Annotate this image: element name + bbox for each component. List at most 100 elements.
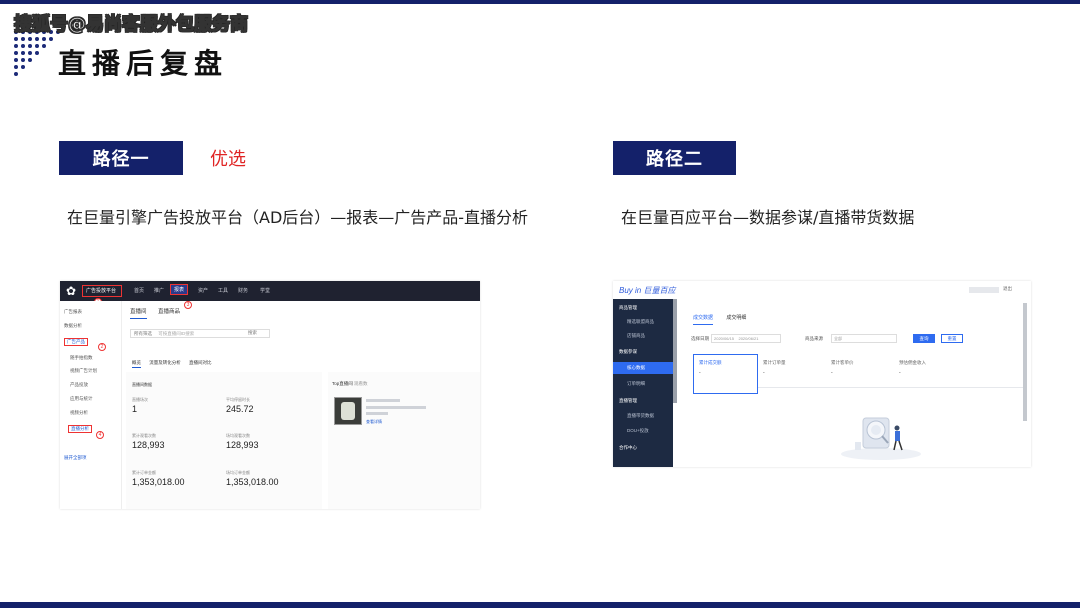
tab-deal-details[interactable]: 成交明细 — [726, 315, 746, 321]
tab-deal-data[interactable]: 成交数据 — [693, 315, 714, 325]
marker-4: 4 — [96, 431, 104, 439]
subtab-traffic[interactable]: 流量及转化分析 — [149, 360, 181, 365]
blurred-text — [366, 399, 400, 402]
sidebar-item-ad-product[interactable]: 广告产品 — [64, 338, 88, 346]
metric-value: - — [763, 370, 765, 376]
nav-assets[interactable]: 资产 — [198, 287, 208, 294]
sidebar-item[interactable]: 订单明细 — [627, 381, 645, 387]
decorative-dot-grid — [14, 30, 62, 88]
reset-button[interactable]: 重置 — [941, 334, 963, 343]
decorative-dot — [28, 58, 32, 62]
sidebar-item[interactable]: DOU+投放 — [627, 428, 649, 434]
gear-icon: ✿ — [66, 284, 77, 298]
nav-finance[interactable]: 财务 — [238, 287, 248, 294]
blurred-text — [366, 412, 388, 415]
decorative-dot — [14, 44, 18, 48]
metric-value: 1,353,018.00 — [132, 477, 185, 487]
route1-description: 在巨量引擎广告投放平台（AD后台）—报表—广告产品-直播分析 — [67, 208, 529, 227]
sidebar-item-3[interactable]: 产品投放 — [70, 382, 88, 388]
decorative-dot — [21, 44, 25, 48]
decorative-dot — [21, 51, 25, 55]
empty-state-illustration — [841, 417, 921, 460]
sidebar-group-coop[interactable]: 合作中心 — [619, 445, 637, 451]
decorative-dot — [14, 72, 18, 76]
sidebar-item-core-data[interactable]: 核心数据 — [613, 362, 673, 374]
sidebar-group-products[interactable]: 商品管理 — [619, 305, 637, 311]
nav-reports[interactable]: 报表 — [170, 284, 189, 295]
metric-value: 128,993 — [226, 440, 259, 450]
section-title: 直播间数据 — [132, 382, 152, 387]
sidebar-item[interactable]: 店铺商品 — [627, 333, 645, 339]
search-button[interactable]: 搜索 — [248, 330, 257, 336]
sidebar-group-live[interactable]: 直播管理 — [619, 398, 637, 404]
metric-label[interactable]: 累计订单量 — [763, 360, 786, 366]
tab-live-products[interactable]: 直播商品 — [158, 309, 180, 315]
user-name — [969, 287, 999, 293]
metric-label: 场均观看次数 — [226, 433, 250, 438]
subtab-overview[interactable]: 概览 — [132, 360, 141, 368]
nav-academy[interactable]: 学堂 — [260, 287, 270, 294]
route2-label: 路径二 — [613, 141, 736, 175]
sidebar-item[interactable]: 精选联盟商品 — [627, 319, 654, 325]
exit-link[interactable]: 退出 — [1003, 286, 1012, 292]
sidebar-item-live-analysis[interactable]: 直播分析 — [68, 425, 92, 433]
main-scrollbar[interactable] — [1023, 303, 1027, 421]
data-tabs: 成交数据 成交明细 — [693, 314, 758, 325]
metric-value: 1,353,018.00 — [226, 477, 279, 487]
decorative-dot — [42, 44, 46, 48]
metric-value: - — [699, 370, 701, 376]
query-button[interactable]: 查询 — [913, 334, 935, 343]
sidebar-item-live-sales[interactable]: 直播带货数据 — [627, 413, 654, 419]
metric-value: 1 — [132, 404, 138, 414]
decorative-dot — [14, 65, 18, 69]
metric-value: 245.72 — [226, 404, 254, 414]
date-range-input[interactable]: 2020/06/15 2020/06/21 — [711, 334, 781, 343]
decorative-dot — [42, 37, 46, 41]
decorative-dot — [35, 51, 39, 55]
decorative-dot — [28, 44, 32, 48]
sidebar-item-2[interactable]: 视频广告计划 — [70, 368, 97, 374]
nav-promote[interactable]: 推广 — [154, 287, 164, 294]
metric-label: 累计成交额 — [699, 360, 722, 365]
top-live-panel — [328, 372, 480, 509]
decorative-dot — [21, 65, 25, 69]
decorative-dot — [14, 58, 18, 62]
blurred-text — [366, 406, 426, 409]
sidebar-item-1[interactable]: 随手拍指数 — [70, 355, 93, 361]
nav-home[interactable]: 首页 — [134, 287, 144, 294]
sidebar-item-5[interactable]: 视频分析 — [70, 410, 88, 416]
nav-tools[interactable]: 工具 — [218, 287, 228, 294]
metric-label[interactable]: 预估佣金收入 — [899, 360, 926, 366]
sidebar-scrollbar[interactable] — [673, 299, 677, 403]
sidebar: 商品管理 精选联盟商品 店铺商品 数据参谋 核心数据 订单明细 直播管理 直播带… — [613, 299, 673, 467]
sidebar-expand-link[interactable]: 展开全部项 — [64, 455, 87, 461]
top-accent-bar — [0, 0, 1080, 4]
marker-2: 2 — [98, 343, 106, 351]
sidebar-item-data-analysis[interactable]: 数据分析 — [64, 323, 82, 329]
decorative-dot — [35, 44, 39, 48]
subtab-compare[interactable]: 直播间对比 — [189, 360, 212, 365]
decorative-dot — [35, 37, 39, 41]
metric-value: 128,993 — [132, 440, 165, 450]
route1-label: 路径一 — [59, 141, 183, 175]
page-title: 直播后复盘 — [58, 47, 229, 80]
metric-label: 累计订单金额 — [132, 470, 156, 475]
top-live-title: Top直播间 观看数 — [332, 381, 368, 386]
tab-live-room[interactable]: 直播间 — [130, 309, 147, 319]
watermark: 搜狐号@易尚客服外包服务商 — [14, 14, 249, 36]
sidebar-item-4[interactable]: 应用与统计 — [70, 396, 93, 402]
sidebar-group-data[interactable]: 数据参谋 — [619, 349, 637, 355]
decorative-dot — [28, 37, 32, 41]
live-thumbnail-figure — [341, 402, 355, 420]
top-nav: ✿ 广告投放平台 1 首页 推广 报表 资产 工具 财务 学堂 — [60, 281, 480, 306]
date-label: 选择日期 — [691, 336, 709, 341]
bottom-accent-bar — [0, 602, 1080, 608]
source-select[interactable]: 全部 — [831, 334, 897, 343]
metric-value: - — [899, 370, 901, 376]
metric-label[interactable]: 累计客单价 — [831, 360, 854, 366]
view-details-link[interactable]: 查看详情 — [366, 419, 382, 425]
ad-platform-screenshot: ✿ 广告投放平台 1 首页 推广 报表 资产 工具 财务 学堂 3 广告报表 数… — [60, 281, 480, 509]
sidebar-item-ad-report[interactable]: 广告报表 — [64, 309, 82, 315]
decorative-dot — [49, 37, 53, 41]
metric-label: 平均停留时长 — [226, 397, 250, 402]
